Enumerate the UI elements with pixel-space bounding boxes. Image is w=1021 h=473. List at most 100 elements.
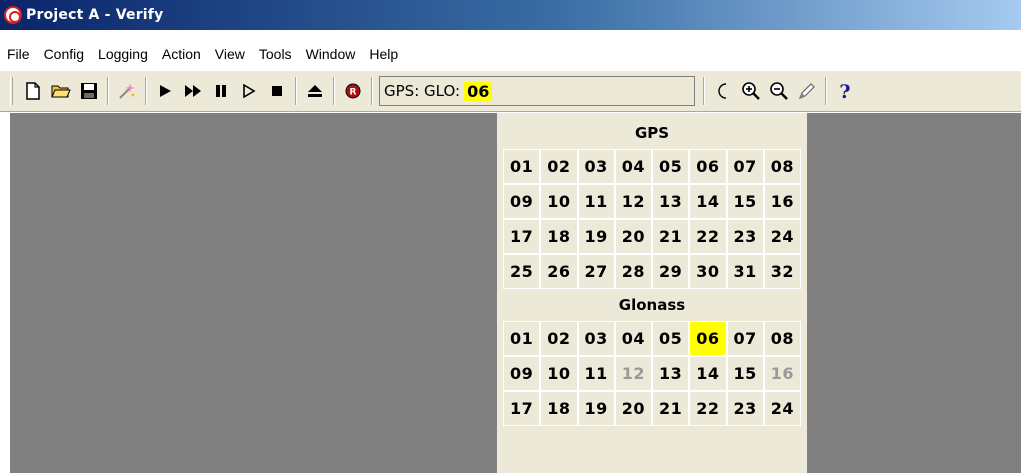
- gps-satellite-12[interactable]: 12: [614, 184, 652, 219]
- stop-icon[interactable]: [266, 79, 288, 103]
- menu-help[interactable]: Help: [362, 44, 405, 64]
- glonass-satellite-10[interactable]: 10: [540, 356, 578, 391]
- gps-satellite-18[interactable]: 18: [540, 219, 578, 254]
- gps-satellite-02[interactable]: 02: [540, 149, 578, 184]
- gps-satellite-14[interactable]: 14: [689, 184, 727, 219]
- toolbar-separator: [703, 77, 705, 105]
- toolbar-grip[interactable]: [10, 77, 13, 105]
- gps-satellite-01[interactable]: 01: [503, 149, 541, 184]
- moon-icon[interactable]: [712, 79, 734, 103]
- glonass-satellite-09[interactable]: 09: [503, 356, 541, 391]
- gps-satellite-19[interactable]: 19: [577, 219, 615, 254]
- gps-satellite-26[interactable]: 26: [540, 254, 578, 289]
- gps-satellite-17[interactable]: 17: [503, 219, 541, 254]
- glonass-satellite-03[interactable]: 03: [577, 321, 615, 356]
- gps-satellite-16[interactable]: 16: [763, 184, 801, 219]
- gps-satellite-24[interactable]: 24: [763, 219, 801, 254]
- glonass-satellite-19[interactable]: 19: [577, 391, 615, 426]
- glonass-satellite-15[interactable]: 15: [726, 356, 764, 391]
- gps-satellite-20[interactable]: 20: [614, 219, 652, 254]
- menu-window[interactable]: Window: [299, 44, 363, 64]
- gps-satellite-25[interactable]: 25: [503, 254, 541, 289]
- toolbar-separator: [371, 77, 373, 105]
- menu-tools[interactable]: Tools: [252, 44, 299, 64]
- glonass-satellite-17[interactable]: 17: [503, 391, 541, 426]
- gps-satellite-05[interactable]: 05: [652, 149, 690, 184]
- glonass-satellite-16-disabled: 16: [763, 356, 801, 391]
- glonass-satellite-23[interactable]: 23: [726, 391, 764, 426]
- menu-logging[interactable]: Logging: [91, 44, 155, 64]
- glonass-satellite-20[interactable]: 20: [614, 391, 652, 426]
- wizard-icon[interactable]: [116, 79, 138, 103]
- svg-text:?: ?: [839, 81, 850, 101]
- menu-bar: File Config Logging Action View Tools Wi…: [0, 42, 1021, 66]
- eject-icon[interactable]: [304, 79, 326, 103]
- gps-satellite-09[interactable]: 09: [503, 184, 541, 219]
- menu-config[interactable]: Config: [37, 44, 91, 64]
- gps-satellite-08[interactable]: 08: [763, 149, 801, 184]
- satellite-select-prefix: GPS: GLO:: [384, 82, 461, 100]
- fast-forward-icon[interactable]: [182, 79, 204, 103]
- glonass-satellite-04[interactable]: 04: [614, 321, 652, 356]
- menu-file[interactable]: File: [0, 44, 37, 64]
- gps-satellite-28[interactable]: 28: [614, 254, 652, 289]
- glonass-satellite-06-selected[interactable]: 06: [689, 321, 727, 356]
- play-icon[interactable]: [154, 79, 176, 103]
- satellite-dropdown-panel: GPS 01 02 03 04 05 06 07 08 09 10 11 12 13 14 15 16 17 18…: [496, 113, 808, 473]
- glonass-satellite-24[interactable]: 24: [763, 391, 801, 426]
- glonass-satellite-13[interactable]: 13: [652, 356, 690, 391]
- app-icon: [4, 6, 22, 24]
- glonass-satellite-05[interactable]: 05: [652, 321, 690, 356]
- glonass-satellite-08[interactable]: 08: [763, 321, 801, 356]
- gps-satellite-07[interactable]: 07: [726, 149, 764, 184]
- glonass-satellite-18[interactable]: 18: [540, 391, 578, 426]
- menu-view[interactable]: View: [208, 44, 252, 64]
- gps-satellite-06[interactable]: 06: [689, 149, 727, 184]
- glonass-satellite-07[interactable]: 07: [726, 321, 764, 356]
- step-icon[interactable]: [238, 79, 260, 103]
- gps-satellite-23[interactable]: 23: [726, 219, 764, 254]
- help-icon[interactable]: ?: [834, 79, 856, 103]
- open-folder-icon[interactable]: [50, 79, 72, 103]
- satellite-select-value: 06: [464, 81, 493, 101]
- title-bar: Project A - Verify: [0, 0, 1021, 30]
- gps-satellite-10[interactable]: 10: [540, 184, 578, 219]
- toolbar: R GPS: GLO: 06 ?: [0, 70, 1021, 112]
- toolbar-separator: [145, 77, 147, 105]
- pause-icon[interactable]: [210, 79, 232, 103]
- new-file-icon[interactable]: [22, 79, 44, 103]
- gps-satellite-11[interactable]: 11: [577, 184, 615, 219]
- toolbar-separator: [107, 77, 109, 105]
- gps-satellite-15[interactable]: 15: [726, 184, 764, 219]
- toolbar-separator: [825, 77, 827, 105]
- gps-satellite-30[interactable]: 30: [689, 254, 727, 289]
- gps-satellite-21[interactable]: 21: [652, 219, 690, 254]
- glonass-section-title: Glonass: [618, 296, 686, 314]
- glonass-satellite-02[interactable]: 02: [540, 321, 578, 356]
- zoom-in-icon[interactable]: [740, 79, 762, 103]
- save-icon[interactable]: [78, 79, 100, 103]
- gps-satellite-31[interactable]: 31: [726, 254, 764, 289]
- toolbar-separator: [333, 77, 335, 105]
- gps-section-title: GPS: [634, 124, 670, 142]
- gps-satellite-27[interactable]: 27: [577, 254, 615, 289]
- gps-satellite-04[interactable]: 04: [614, 149, 652, 184]
- menu-action[interactable]: Action: [155, 44, 208, 64]
- satellite-select[interactable]: GPS: GLO: 06: [379, 76, 695, 106]
- gps-satellite-13[interactable]: 13: [652, 184, 690, 219]
- glonass-satellite-12-disabled: 12: [614, 356, 652, 391]
- glonass-satellite-21[interactable]: 21: [652, 391, 690, 426]
- pencil-icon[interactable]: [796, 79, 818, 103]
- zoom-out-icon[interactable]: [768, 79, 790, 103]
- gps-satellite-22[interactable]: 22: [689, 219, 727, 254]
- glonass-satellite-01[interactable]: 01: [503, 321, 541, 356]
- glonass-satellite-11[interactable]: 11: [577, 356, 615, 391]
- record-icon[interactable]: R: [342, 79, 364, 103]
- gps-satellite-grid: 01 02 03 04 05 06 07 08 09 10 11 12 13 14 15 16 17 18 19 20…: [503, 149, 801, 289]
- gps-satellite-03[interactable]: 03: [577, 149, 615, 184]
- glonass-satellite-22[interactable]: 22: [689, 391, 727, 426]
- toolbar-separator: [295, 77, 297, 105]
- gps-satellite-29[interactable]: 29: [652, 254, 690, 289]
- glonass-satellite-14[interactable]: 14: [689, 356, 727, 391]
- gps-satellite-32[interactable]: 32: [763, 254, 801, 289]
